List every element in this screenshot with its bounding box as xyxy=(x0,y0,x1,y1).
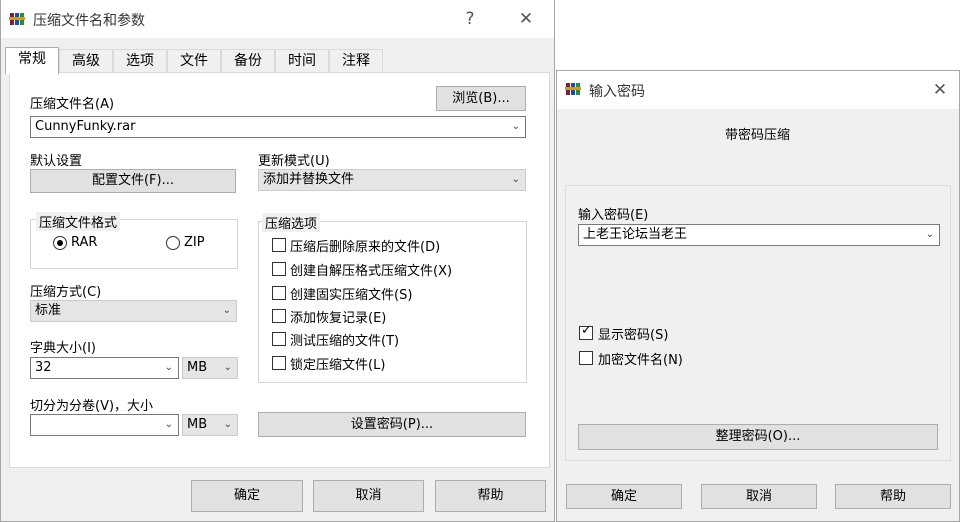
option-solid-checkbox[interactable] xyxy=(272,286,286,300)
option-delete-after-checkbox[interactable] xyxy=(272,238,286,252)
password-dialog-titlebar[interactable]: 输入密码 ✕ xyxy=(557,71,959,109)
tab-advanced[interactable]: 高级 xyxy=(59,49,113,73)
password-help-button[interactable]: 帮助 xyxy=(835,484,951,509)
chevron-down-icon[interactable]: ⌄ xyxy=(223,306,231,316)
password-combo[interactable]: 上老王论坛当老王 ⌄ xyxy=(578,224,940,246)
password-dialog: 输入密码 ✕ 带密码压缩 输入密码(E) 上老王论坛当老王 ⌄ ✓ 显示密码(S… xyxy=(556,70,960,522)
close-icon[interactable]: ✕ xyxy=(513,6,539,32)
dictionary-unit-value: MB xyxy=(187,360,208,375)
archive-name-value: CunnyFunky.rar xyxy=(35,119,136,134)
set-password-button[interactable]: 设置密码(P)... xyxy=(258,412,526,437)
show-password-label[interactable]: 显示密码(S) xyxy=(598,324,668,343)
chevron-down-icon[interactable]: ⌄ xyxy=(224,420,232,430)
chevron-down-icon[interactable]: ⌄ xyxy=(165,420,173,430)
option-lock-label[interactable]: 锁定压缩文件(L) xyxy=(290,354,385,373)
dictionary-unit-select[interactable]: MB ⌄ xyxy=(182,357,238,379)
help-button[interactable]: 帮助 xyxy=(435,480,546,512)
dialog-title: 压缩文件名和参数 xyxy=(33,13,145,29)
radio-selected-dot xyxy=(57,240,63,246)
winrar-books-icon xyxy=(565,83,581,95)
compression-options-group-label: 压缩选项 xyxy=(262,213,321,232)
cancel-button[interactable]: 取消 xyxy=(313,480,424,512)
password-ok-button[interactable]: 确定 xyxy=(566,484,682,509)
option-solid-label[interactable]: 创建固实压缩文件(S) xyxy=(290,284,412,303)
update-mode-value: 添加并替换文件 xyxy=(263,172,355,187)
general-tab-panel: 压缩文件名(A) 浏览(B)... CunnyFunky.rar ⌄ 默认设置 … xyxy=(9,72,550,468)
tab-time[interactable]: 时间 xyxy=(275,49,329,73)
split-volumes-label: 切分为分卷(V)，大小 xyxy=(30,399,154,414)
format-rar-label[interactable]: RAR xyxy=(71,235,97,250)
method-label: 压缩方式(C) xyxy=(30,285,102,300)
encrypt-filenames-checkbox[interactable] xyxy=(579,351,593,365)
password-dialog-title: 输入密码 xyxy=(589,84,645,100)
encrypt-filenames-label[interactable]: 加密文件名(N) xyxy=(598,349,683,368)
enter-password-label: 输入密码(E) xyxy=(578,208,649,223)
close-icon[interactable]: ✕ xyxy=(927,77,953,103)
method-value: 标准 xyxy=(35,303,62,318)
dictionary-size-combo[interactable]: 32 ⌄ xyxy=(30,357,179,379)
browse-button[interactable]: 浏览(B)... xyxy=(436,86,526,111)
password-value: 上老王论坛当老王 xyxy=(583,227,688,242)
archive-name-label: 压缩文件名(A) xyxy=(30,97,115,112)
update-mode-select[interactable]: 添加并替换文件 ⌄ xyxy=(258,169,526,191)
option-test-label[interactable]: 测试压缩的文件(T) xyxy=(290,330,399,349)
option-lock-checkbox[interactable] xyxy=(272,356,286,370)
update-mode-label: 更新模式(U) xyxy=(258,154,330,169)
winrar-books-icon xyxy=(9,13,25,25)
format-zip-label[interactable]: ZIP xyxy=(184,235,205,250)
profiles-button[interactable]: 配置文件(F)... xyxy=(30,169,236,193)
ok-button[interactable]: 确定 xyxy=(191,480,303,512)
option-sfx-label[interactable]: 创建自解压格式压缩文件(X) xyxy=(290,260,452,279)
chevron-down-icon[interactable]: ⌄ xyxy=(512,175,520,185)
password-panel: 输入密码(E) 上老王论坛当老王 ⌄ ✓ 显示密码(S) 加密文件名(N) 整理… xyxy=(565,185,951,461)
password-heading: 带密码压缩 xyxy=(725,128,791,143)
chevron-down-icon[interactable]: ⌄ xyxy=(926,230,934,240)
tab-comment[interactable]: 注释 xyxy=(329,49,383,73)
method-select[interactable]: 标准 ⌄ xyxy=(30,300,237,322)
archive-format-group-label: 压缩文件格式 xyxy=(36,212,121,231)
split-unit-select[interactable]: MB ⌄ xyxy=(182,414,238,436)
option-recovery-label[interactable]: 添加恢复记录(E) xyxy=(290,307,386,326)
option-sfx-checkbox[interactable] xyxy=(272,262,286,276)
show-password-checkbox[interactable]: ✓ xyxy=(579,323,593,340)
tab-backup[interactable]: 备份 xyxy=(221,49,275,73)
archive-dialog: 压缩文件名和参数 ? ✕ 常规 高级 选项 文件 备份 时间 注释 压缩文件名(… xyxy=(0,0,555,522)
chevron-down-icon[interactable]: ⌄ xyxy=(512,122,520,132)
split-size-combo[interactable]: ⌄ xyxy=(30,414,179,436)
format-rar-radio[interactable] xyxy=(53,236,67,250)
help-question-icon[interactable]: ? xyxy=(457,6,483,32)
chevron-down-icon[interactable]: ⌄ xyxy=(165,363,173,373)
archive-name-combo[interactable]: CunnyFunky.rar ⌄ xyxy=(30,116,526,138)
default-settings-label: 默认设置 xyxy=(30,154,83,169)
option-delete-after-label[interactable]: 压缩后删除原来的文件(D) xyxy=(290,236,440,255)
option-recovery-checkbox[interactable] xyxy=(272,309,286,323)
dictionary-size-value: 32 xyxy=(35,360,52,375)
check-mark-icon: ✓ xyxy=(581,323,592,338)
option-test-checkbox[interactable] xyxy=(272,332,286,346)
tab-general[interactable]: 常规 xyxy=(5,47,59,74)
tab-files[interactable]: 文件 xyxy=(167,49,221,73)
archive-dialog-titlebar[interactable]: 压缩文件名和参数 ? ✕ xyxy=(1,0,554,38)
dictionary-size-label: 字典大小(I) xyxy=(30,341,96,356)
password-cancel-button[interactable]: 取消 xyxy=(701,484,817,509)
tab-strip: 常规 高级 选项 文件 备份 时间 注释 xyxy=(5,47,385,74)
organize-passwords-button[interactable]: 整理密码(O)... xyxy=(578,424,938,450)
format-zip-radio[interactable] xyxy=(166,236,180,250)
split-unit-value: MB xyxy=(187,417,208,432)
tab-options[interactable]: 选项 xyxy=(113,49,167,73)
chevron-down-icon[interactable]: ⌄ xyxy=(224,363,232,373)
